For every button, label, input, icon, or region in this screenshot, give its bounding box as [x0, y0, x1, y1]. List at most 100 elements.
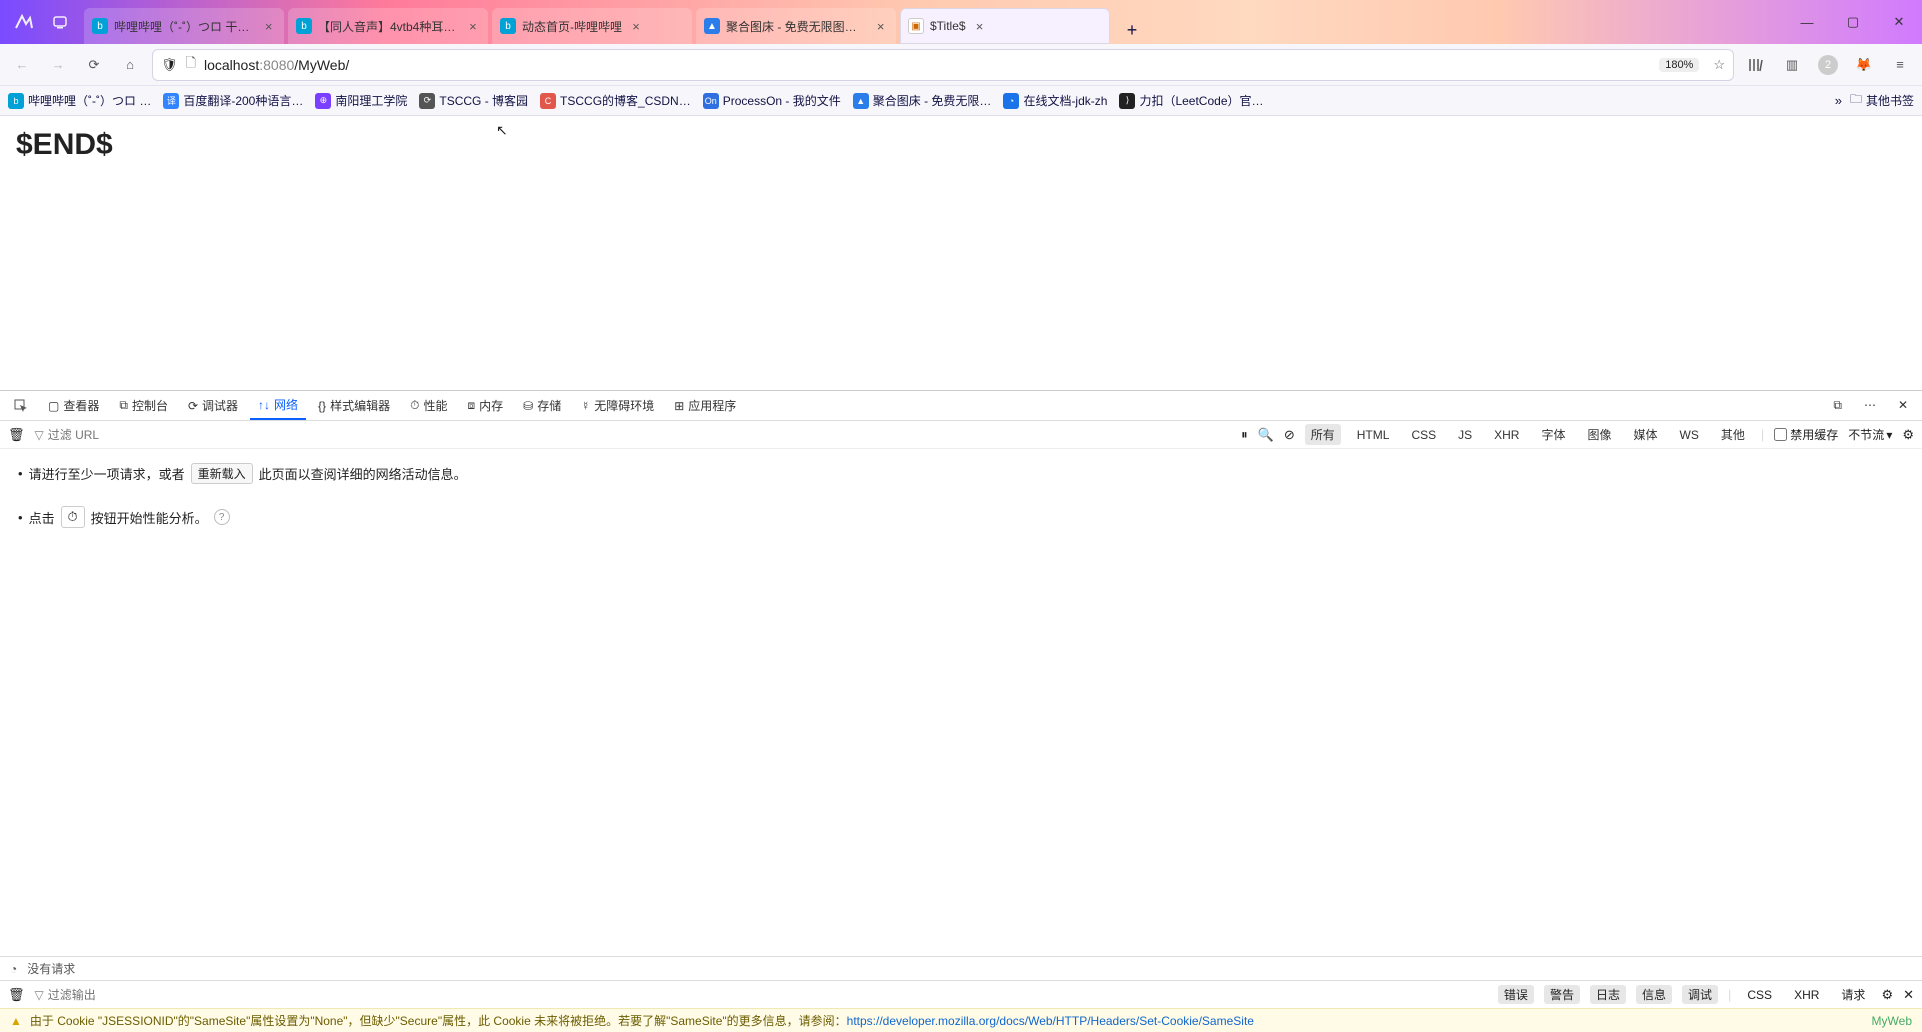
tab-memory[interactable]: ⧈内存 [459, 391, 511, 420]
tab-2[interactable]: b【同人音声】4vtb4种耳搔，总× [288, 8, 488, 44]
other-bookmarks[interactable]: 🗀其他书签 [1850, 90, 1914, 111]
close-drawer-icon[interactable]: ✕ [1903, 987, 1914, 1003]
bookmark-item[interactable]: b哔哩哔哩（˚-˚）つロ … [8, 92, 151, 109]
filter-all[interactable]: 所有 [1305, 424, 1341, 445]
tab-inspector[interactable]: ▢查看器 [40, 391, 107, 420]
home-button[interactable]: ⌂ [116, 51, 144, 79]
tab-debugger[interactable]: ⟳调试器 [180, 391, 246, 420]
tab-label: 【同人音声】4vtb4种耳搔，总 [318, 18, 460, 35]
filter-input[interactable] [48, 428, 203, 442]
filter-img[interactable]: 图像 [1582, 424, 1618, 445]
reader-icon[interactable]: ▥ [1778, 51, 1806, 79]
bookmark-item[interactable]: ⟩力扣（LeetCode）官… [1119, 92, 1263, 109]
tab-label: 哔哩哔哩（˚-˚）つロ 干杯~-bi [114, 18, 255, 35]
level-log[interactable]: 日志 [1590, 985, 1626, 1004]
bookmark-star-icon[interactable]: ☆ [1713, 57, 1725, 73]
close-window-button[interactable]: ✕ [1876, 0, 1922, 44]
help-icon[interactable]: ? [214, 509, 230, 525]
filter-xhr[interactable]: XHR [1488, 426, 1525, 444]
level-error[interactable]: 错误 [1498, 985, 1534, 1004]
clock-icon: ◔ [10, 962, 17, 976]
close-icon[interactable]: × [261, 19, 276, 34]
filter-css[interactable]: CSS [1405, 426, 1442, 444]
warning-link[interactable]: https://developer.mozilla.org/docs/Web/H… [847, 1014, 1254, 1028]
throttle-select[interactable]: 不节流 ▾ [1848, 426, 1892, 443]
filter-ws[interactable]: WS [1674, 426, 1705, 444]
bookmarks-bar: b哔哩哔哩（˚-˚）つロ … 译百度翻译-200种语言… ⊕南阳理工学院 ⟳TS… [0, 86, 1922, 116]
forward-button[interactable]: → [44, 51, 72, 79]
lock-icon[interactable]: 🗋 [186, 54, 196, 76]
filter-output-input[interactable] [48, 988, 203, 1002]
minimize-button[interactable]: ― [1784, 0, 1830, 44]
tab-performance[interactable]: ⏱性能 [402, 391, 455, 420]
close-icon[interactable]: × [873, 19, 888, 34]
tab-console[interactable]: ⧉控制台 [111, 391, 176, 420]
dock-icon[interactable]: ⧉ [1825, 398, 1850, 413]
level-info[interactable]: 信息 [1636, 985, 1672, 1004]
level-warn[interactable]: 警告 [1544, 985, 1580, 1004]
tab-5-active[interactable]: ▣$Title$× [900, 8, 1110, 44]
disable-cache[interactable]: 禁用缓存 [1774, 426, 1838, 443]
filter-output[interactable]: ▽ [35, 988, 203, 1002]
filter-font[interactable]: 字体 [1535, 424, 1571, 445]
filter-css2[interactable]: CSS [1741, 987, 1778, 1003]
bookmark-item[interactable]: ⊕南阳理工学院 [315, 92, 407, 109]
url-box[interactable]: 🛡 🗋 localhost:8080/MyWeb/ 180% ☆ [152, 49, 1734, 81]
close-devtools-icon[interactable]: ✕ [1890, 398, 1916, 412]
stopwatch-icon[interactable]: ⏱ [61, 506, 85, 528]
filter-media[interactable]: 媒体 [1628, 424, 1664, 445]
filter-js[interactable]: JS [1452, 426, 1478, 444]
superbed-icon: ▲ [704, 18, 720, 34]
block-icon[interactable]: ⊘ [1284, 427, 1295, 443]
search-icon[interactable]: 🔍 [1258, 427, 1274, 443]
account-icon[interactable]: 2 [1814, 51, 1842, 79]
reload-button[interactable]: ⟳ [80, 51, 108, 79]
overflow-icon[interactable]: » [1835, 93, 1842, 108]
tab-style[interactable]: {}样式编辑器 [310, 391, 398, 420]
library-icon[interactable] [1742, 51, 1770, 79]
bookmark-item[interactable]: OnProcessOn - 我的文件 [703, 92, 841, 109]
back-button[interactable]: ← [8, 51, 36, 79]
filter-url[interactable]: ▽ [35, 428, 203, 442]
filter-xhr2[interactable]: XHR [1788, 987, 1825, 1003]
bookmark-item[interactable]: ⟳TSCCG - 博客园 [419, 92, 528, 109]
close-icon[interactable]: × [972, 19, 988, 34]
gear-icon[interactable]: ⚙ [1881, 987, 1893, 1003]
tab-1[interactable]: b 哔哩哔哩（˚-˚）つロ 干杯~-bi × [84, 8, 284, 44]
pick-element-icon[interactable] [6, 391, 36, 420]
maximize-button[interactable]: ▢ [1830, 0, 1876, 44]
trash-icon[interactable]: 🗑 [8, 987, 25, 1003]
tab-accessibility[interactable]: ☿无障碍环境 [573, 391, 662, 420]
close-icon[interactable]: × [628, 19, 644, 34]
bookmark-item[interactable]: 译百度翻译-200种语言… [163, 92, 303, 109]
zoom-badge[interactable]: 180% [1659, 58, 1699, 72]
bookmark-item[interactable]: CTSCCG的博客_CSDN… [540, 92, 691, 109]
tab-application[interactable]: ⊞应用程序 [666, 391, 744, 420]
bookmark-item[interactable]: ◔在线文档-jdk-zh [1003, 92, 1107, 109]
tab-network[interactable]: ↑↓网络 [250, 391, 306, 420]
level-debug[interactable]: 调试 [1682, 985, 1718, 1004]
tab-4[interactable]: ▲聚合图床 - 免费无限图片上传× [696, 8, 896, 44]
filter-other[interactable]: 其他 [1715, 424, 1751, 445]
menu-icon[interactable]: ≡ [1886, 51, 1914, 79]
bookmark-item[interactable]: ▲聚合图床 - 免费无限… [853, 92, 992, 109]
extension-icon[interactable]: 🦊 [1850, 51, 1878, 79]
trash-icon[interactable]: 🗑 [8, 427, 25, 443]
app-icon-1[interactable] [6, 4, 42, 40]
tab-storage[interactable]: ⛁存储 [515, 391, 569, 420]
shield-icon[interactable]: 🛡 [161, 57, 178, 73]
pause-icon[interactable]: ⏸ [1241, 427, 1248, 443]
reload-link[interactable]: 重新载入 [191, 463, 253, 484]
leetcode-icon: ⟩ [1119, 93, 1135, 109]
new-tab-button[interactable]: + [1118, 16, 1146, 44]
tab-3[interactable]: b动态首页-哔哩哔哩× [492, 8, 692, 44]
bilibili-icon: b [92, 18, 108, 34]
filter-req[interactable]: 请求 [1835, 985, 1871, 1004]
gear-icon[interactable]: ⚙ [1902, 427, 1914, 443]
close-icon[interactable]: × [466, 19, 480, 34]
app-icon-2[interactable] [42, 4, 78, 40]
filter-html[interactable]: HTML [1351, 426, 1396, 444]
more-icon[interactable]: ⋯ [1856, 398, 1884, 412]
network-toolbar: 🗑 ▽ ⏸ 🔍 ⊘ 所有 HTML CSS JS XHR 字体 图像 媒体 WS… [0, 421, 1922, 449]
warning-source[interactable]: MyWeb [1872, 1014, 1912, 1028]
